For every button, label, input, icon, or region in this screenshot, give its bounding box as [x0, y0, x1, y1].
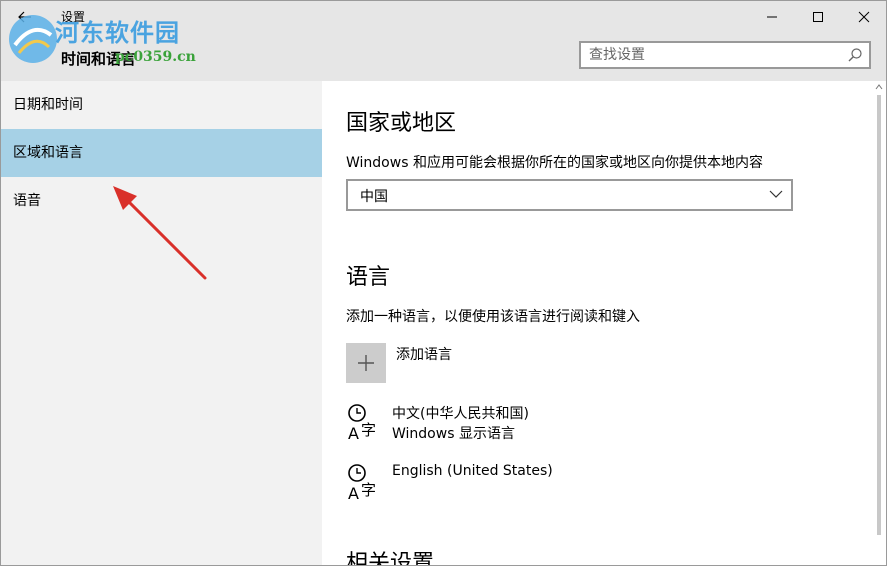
sidebar-item-region-language[interactable]: 区域和语言 — [1, 129, 322, 177]
language-icon: A 字 — [348, 404, 376, 443]
sidebar-item-speech[interactable]: 语音 — [1, 177, 322, 225]
main-content: 国家或地区 Windows 和应用可能会根据你所在的国家或地区向你提供本地内容 … — [322, 81, 872, 566]
language-subtext: Windows 显示语言 — [392, 426, 515, 442]
scrollbar[interactable] — [872, 81, 886, 565]
search-box[interactable] — [579, 41, 871, 69]
scroll-thumb[interactable] — [877, 95, 881, 535]
related-settings-heading: 相关设置 — [346, 551, 435, 566]
watermark-name: 河东软件园 — [55, 18, 180, 47]
close-icon — [858, 11, 870, 23]
watermark-logo-icon — [9, 15, 57, 63]
plus-tile — [346, 343, 386, 383]
country-region-select[interactable]: 中国 — [346, 179, 793, 211]
watermark: 河东软件园 pc0359.cn — [5, 9, 205, 69]
svg-text:字: 字 — [361, 421, 376, 439]
svg-text:字: 字 — [361, 481, 376, 499]
language-description: 添加一种语言，以便使用该语言进行阅读和键入 — [346, 309, 640, 325]
chevron-down-icon — [769, 190, 783, 198]
language-heading: 语言 — [346, 265, 391, 290]
region-description: Windows 和应用可能会根据你所在的国家或地区向你提供本地内容 — [346, 155, 763, 171]
maximize-button[interactable] — [795, 1, 841, 33]
search-input[interactable] — [589, 46, 829, 64]
minimize-icon — [767, 16, 777, 18]
sidebar-item-label: 语音 — [13, 193, 41, 209]
add-language-button[interactable]: 添加语言 — [346, 343, 646, 383]
sidebar-item-label: 日期和时间 — [13, 97, 83, 113]
maximize-icon — [813, 12, 823, 22]
sidebar-item-date-time[interactable]: 日期和时间 — [1, 81, 322, 129]
language-icon: A 字 — [348, 464, 376, 503]
add-language-label: 添加语言 — [396, 347, 452, 363]
watermark-url: pc0359.cn — [115, 49, 196, 65]
country-region-value: 中国 — [360, 189, 388, 205]
minimize-button[interactable] — [749, 1, 795, 33]
svg-text:A: A — [348, 484, 359, 503]
sidebar: 日期和时间 区域和语言 语音 — [1, 81, 322, 565]
svg-text:A: A — [348, 424, 359, 443]
plus-icon — [358, 355, 374, 371]
language-item-english[interactable]: A 字 English (United States) — [346, 463, 746, 507]
settings-window: 设置 时间和语言 河东软件园 pc0359.cn — [0, 0, 887, 566]
search-icon[interactable] — [847, 47, 863, 63]
language-name: 中文(中华人民共和国) — [392, 406, 529, 422]
close-button[interactable] — [841, 1, 886, 33]
scroll-up-icon[interactable] — [875, 83, 883, 91]
sidebar-item-label: 区域和语言 — [13, 145, 83, 161]
language-item-chinese[interactable]: A 字 中文(中华人民共和国) Windows 显示语言 — [346, 403, 746, 447]
region-heading: 国家或地区 — [346, 111, 457, 136]
language-name: English (United States) — [392, 463, 553, 479]
